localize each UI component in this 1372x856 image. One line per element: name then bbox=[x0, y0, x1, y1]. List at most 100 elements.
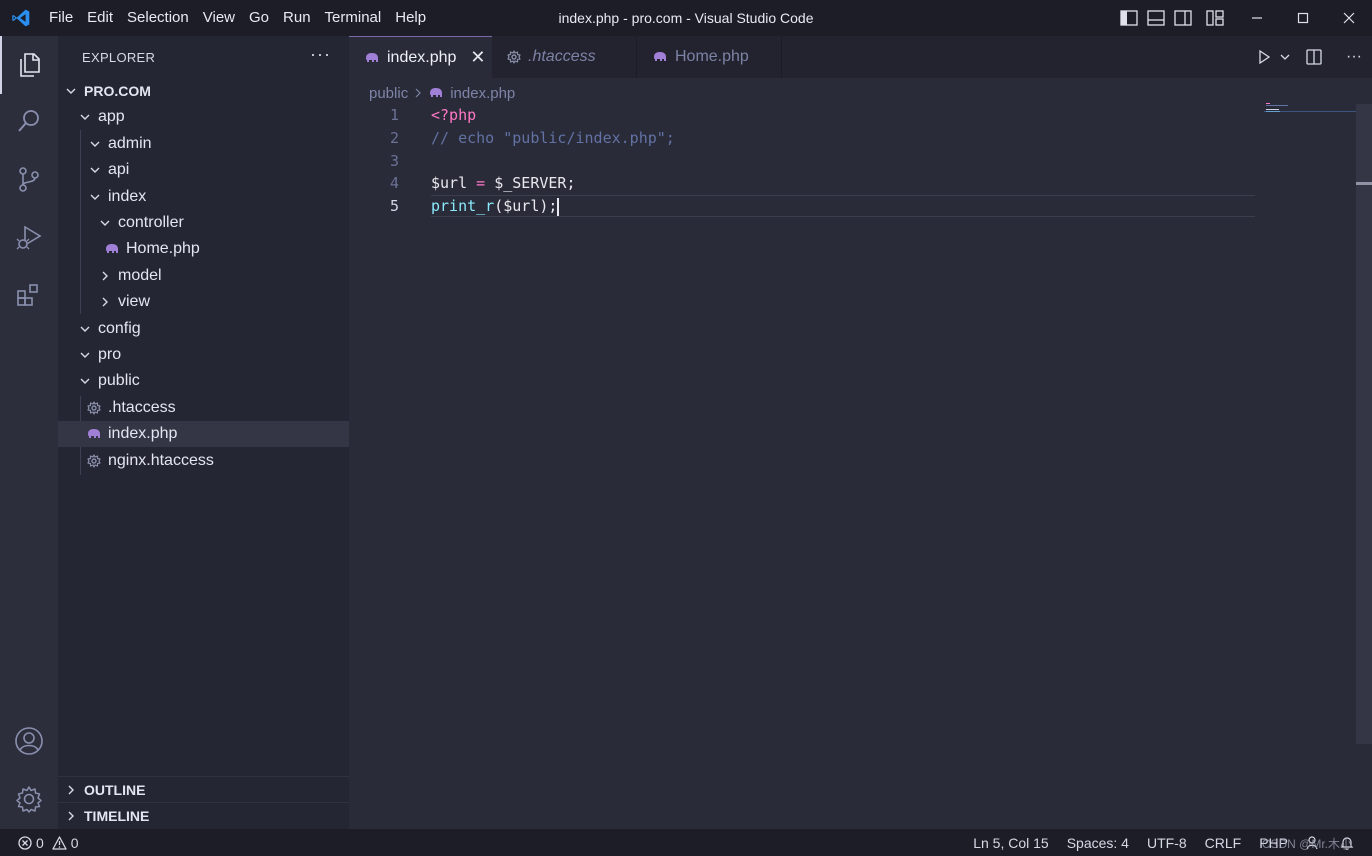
encoding[interactable]: UTF-8 bbox=[1138, 835, 1196, 851]
explorer-more-actions-button[interactable]: ··· bbox=[310, 44, 331, 65]
chevron-right-icon bbox=[98, 269, 112, 283]
title-controls bbox=[1115, 0, 1372, 36]
toggle-secondary-sidebar-icon[interactable] bbox=[1169, 0, 1196, 36]
line-number: 4 bbox=[389, 174, 399, 193]
gear-icon bbox=[86, 453, 102, 469]
code-token: $_SERVER bbox=[494, 174, 567, 193]
watermark-text: CSDN @Mr.木小 bbox=[1261, 837, 1352, 851]
cursor-position[interactable]: Ln 5, Col 15 bbox=[964, 835, 1058, 851]
line-number: 1 bbox=[389, 106, 399, 124]
split-editor-icon[interactable] bbox=[1292, 36, 1336, 78]
code-token: ( bbox=[494, 197, 504, 215]
code-line[interactable]: 1 <?php bbox=[349, 104, 1353, 126]
tree-item-label: nginx.htaccess bbox=[108, 452, 214, 469]
code-text: // echo "public/index.php"; bbox=[431, 127, 675, 149]
tree-file-home-php[interactable]: Home.php bbox=[58, 236, 349, 262]
code-token: // echo "public/index.php"; bbox=[431, 128, 675, 147]
chevron-right-icon bbox=[413, 87, 423, 99]
tree-root-label: PRO.COM bbox=[84, 83, 151, 99]
error-icon bbox=[18, 835, 32, 850]
chevron-down-icon bbox=[88, 163, 102, 177]
tree-folder-config[interactable]: config bbox=[58, 316, 349, 342]
menu-view[interactable]: View bbox=[196, 0, 242, 36]
explorer-title: EXPLORER bbox=[82, 49, 156, 65]
breadcrumb-folder[interactable]: public bbox=[369, 85, 408, 102]
menu-file[interactable]: File bbox=[42, 0, 80, 36]
menu-edit[interactable]: Edit bbox=[80, 0, 120, 36]
tree-file-nginx-htaccess[interactable]: nginx.htaccess bbox=[58, 448, 349, 474]
tab-index-php[interactable]: index.php ✕ bbox=[349, 36, 492, 78]
tree-folder-model[interactable]: model bbox=[58, 263, 349, 289]
status-bar: 0 0 Ln 5, Col 15 Spaces: 4 UTF-8 CRLF PH… bbox=[0, 829, 1372, 856]
toggle-primary-sidebar-icon[interactable] bbox=[1115, 0, 1142, 36]
vscode-logo-icon bbox=[0, 0, 42, 36]
minimize-button[interactable] bbox=[1234, 0, 1280, 36]
tree-folder-admin[interactable]: admin bbox=[58, 131, 349, 157]
tree-item-label: view bbox=[118, 293, 151, 310]
minimap[interactable] bbox=[1264, 102, 1356, 116]
tree-folder-app[interactable]: app bbox=[58, 104, 349, 130]
menu-go[interactable]: Go bbox=[242, 0, 276, 36]
chevron-down-icon[interactable] bbox=[1278, 36, 1292, 78]
tree-folder-view[interactable]: view bbox=[58, 289, 349, 315]
account-icon[interactable] bbox=[0, 712, 58, 770]
toggle-panel-icon[interactable] bbox=[1142, 0, 1169, 36]
code-token: ); bbox=[539, 197, 558, 215]
run-debug-icon[interactable] bbox=[0, 208, 58, 266]
tree-folder-index[interactable]: index bbox=[58, 184, 349, 210]
code-line[interactable]: 3 bbox=[349, 150, 1353, 172]
end-of-line[interactable]: CRLF bbox=[1196, 835, 1251, 851]
search-icon[interactable] bbox=[0, 92, 58, 150]
editor-tab-bar: index.php ✕ .htaccess Home.php ··· bbox=[349, 36, 1372, 78]
warning-count: 0 bbox=[70, 834, 79, 851]
code-token: $url bbox=[503, 197, 540, 215]
tree-folder-public[interactable]: public bbox=[58, 368, 349, 394]
code-line[interactable]: 5 print_r($url); bbox=[349, 195, 1353, 217]
code-text: $url = $_SERVER; bbox=[431, 172, 576, 194]
tab-htaccess[interactable]: .htaccess bbox=[492, 36, 637, 78]
timeline-section-header[interactable]: TIMELINE bbox=[58, 802, 349, 828]
chevron-down-icon bbox=[88, 137, 102, 151]
tab-label: index.php bbox=[387, 48, 457, 66]
tree-file-index-php[interactable]: index.php bbox=[58, 421, 349, 447]
php-elephant-icon bbox=[364, 52, 380, 64]
extensions-icon[interactable] bbox=[0, 266, 58, 324]
code-line[interactable]: 4 $url = $_SERVER; bbox=[349, 172, 1353, 194]
chevron-right-icon bbox=[64, 783, 78, 797]
tree-folder-controller[interactable]: controller bbox=[58, 210, 349, 236]
source-control-icon[interactable] bbox=[0, 150, 58, 208]
tree-file-htaccess[interactable]: .htaccess bbox=[58, 395, 349, 421]
more-actions-icon[interactable]: ··· bbox=[1336, 36, 1372, 78]
menu-help[interactable]: Help bbox=[388, 0, 433, 36]
tab-home-php[interactable]: Home.php bbox=[637, 36, 782, 78]
text-cursor bbox=[557, 197, 560, 216]
chevron-down-icon bbox=[98, 216, 112, 230]
editor-actions: ··· bbox=[1250, 36, 1372, 78]
explorer-sidebar: EXPLORER ··· PRO.COM app admin api index… bbox=[58, 36, 349, 829]
tree-root-folder[interactable]: PRO.COM bbox=[58, 78, 349, 104]
close-icon[interactable]: ✕ bbox=[470, 47, 485, 68]
tree-folder-api[interactable]: api bbox=[58, 157, 349, 183]
menu-run[interactable]: Run bbox=[276, 0, 318, 36]
tree-folder-pro[interactable]: pro bbox=[58, 342, 349, 368]
close-window-button[interactable] bbox=[1326, 0, 1372, 36]
vertical-scrollbar[interactable] bbox=[1356, 104, 1372, 744]
code-line[interactable]: 2 // echo "public/index.php"; bbox=[349, 127, 1353, 149]
explorer-icon[interactable] bbox=[0, 36, 58, 94]
maximize-button[interactable] bbox=[1280, 0, 1326, 36]
tree-item-label: public bbox=[98, 372, 140, 389]
tree-item-label: app bbox=[98, 108, 125, 125]
menu-selection[interactable]: Selection bbox=[120, 0, 196, 36]
tree-item-label: index.php bbox=[108, 425, 178, 442]
error-count: 0 bbox=[36, 834, 44, 851]
menu-terminal[interactable]: Terminal bbox=[318, 0, 389, 36]
breadcrumb-file[interactable]: index.php bbox=[450, 85, 515, 102]
outline-section-header[interactable]: OUTLINE bbox=[58, 776, 349, 802]
settings-gear-icon[interactable] bbox=[0, 770, 58, 828]
tree-item-label: index bbox=[108, 188, 147, 205]
indentation[interactable]: Spaces: 4 bbox=[1058, 835, 1138, 851]
problems-indicator[interactable]: 0 0 bbox=[0, 835, 79, 851]
customize-layout-icon[interactable] bbox=[1196, 0, 1234, 36]
run-file-icon[interactable] bbox=[1250, 36, 1278, 78]
code-editor[interactable]: public index.php 1 <?php 2 // echo "public/… bbox=[349, 78, 1372, 829]
